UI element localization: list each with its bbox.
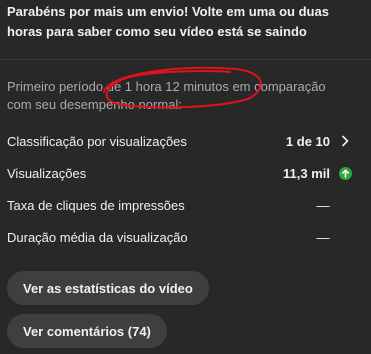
metric-value: — xyxy=(316,229,330,245)
metric-row-views: Visualizações 11,3 mil xyxy=(7,163,352,183)
divider xyxy=(0,59,371,60)
metric-label: Taxa de cliques de impressões xyxy=(7,197,185,213)
chevron-right-icon[interactable] xyxy=(338,134,352,148)
metric-row-ctr: Taxa de cliques de impressões — xyxy=(7,195,352,215)
metric-row-ranking[interactable]: Classificação por visualizações 1 de 10 xyxy=(7,131,352,151)
view-stats-button[interactable]: Ver as estatísticas do vídeo xyxy=(7,271,209,305)
metric-label: Duração média da visualização xyxy=(7,229,188,245)
metric-value: 11,3 mil xyxy=(283,165,330,181)
metric-value: — xyxy=(316,197,330,213)
metric-row-avg-duration: Duração média da visualização — xyxy=(7,227,352,247)
upload-congrats-message: Parabéns por mais um envio! Volte em uma… xyxy=(7,4,329,39)
comparison-period-text: Primeiro período de 1 hora 12 minutos em… xyxy=(7,79,326,112)
metric-label: Visualizações xyxy=(7,165,87,181)
arrow-up-circle-icon xyxy=(338,166,352,180)
metric-label: Classificação por visualizações xyxy=(7,133,187,149)
metric-value: 1 de 10 xyxy=(285,133,330,149)
view-comments-button[interactable]: Ver comentários (74) xyxy=(7,314,167,348)
